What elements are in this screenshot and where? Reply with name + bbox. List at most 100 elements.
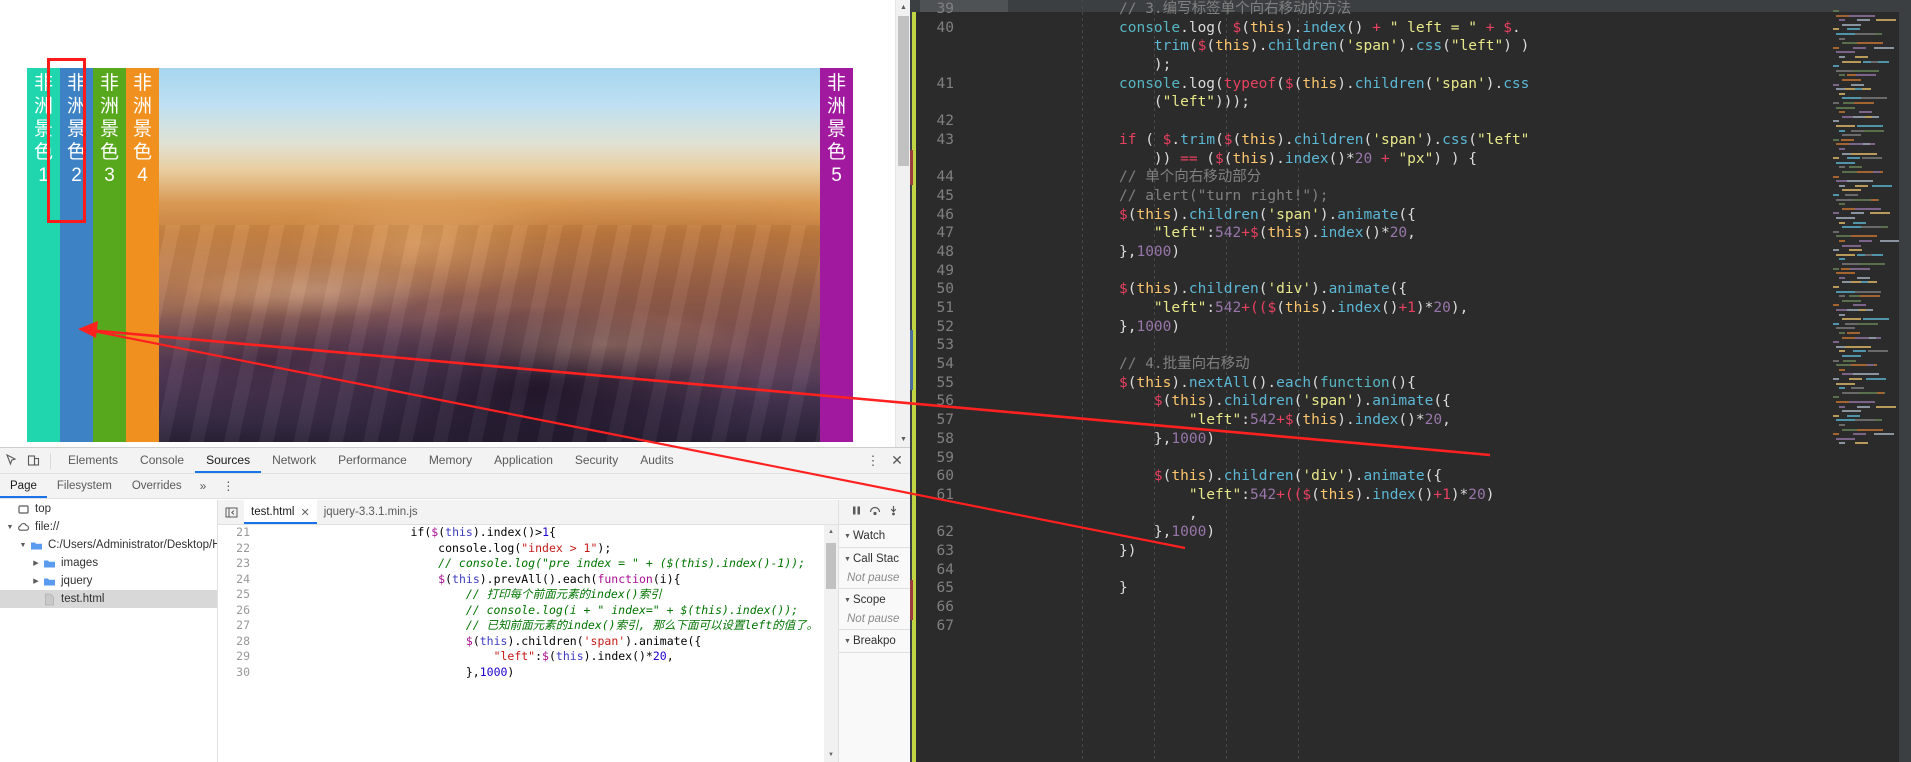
ide-line-code[interactable]: , [964, 505, 1198, 524]
ide-line-code[interactable]: if ( $.trim($(this).children('span').css… [964, 131, 1529, 150]
devtools-tab-security[interactable]: Security [564, 448, 629, 473]
navigator-tab-page[interactable]: Page [0, 474, 47, 498]
ide-line-code[interactable]: $(this).children('span').animate({ [964, 392, 1451, 411]
carousel-caption-5[interactable]: 非洲景色5 [820, 68, 853, 442]
editor-tab-test-html[interactable]: test.html ✕ [244, 500, 317, 524]
tree-item-1[interactable]: ▼ file:// [0, 518, 217, 536]
ide-line-number[interactable]: 53 [916, 336, 964, 355]
debugger-section-watch[interactable]: ▼ Watch [839, 525, 910, 548]
line-code[interactable]: // console.log("pre index = " + ($(this)… [258, 556, 805, 572]
devtools-tab-elements[interactable]: Elements [57, 448, 129, 473]
section-twisty-icon[interactable]: ▼ [842, 533, 853, 540]
carousel-caption-3[interactable]: 非洲景色3 [93, 68, 126, 442]
devtools-tab-console[interactable]: Console [129, 448, 195, 473]
ide-line-number[interactable]: 56 [916, 392, 964, 411]
tree-twisty-icon[interactable]: ▼ [17, 542, 29, 549]
carousel-caption-4[interactable]: 非洲景色4 [126, 68, 159, 442]
ide-line-code[interactable]: ); [964, 56, 1171, 75]
ide-line-code[interactable]: $(this).nextAll().each(function(){ [964, 374, 1416, 393]
carousel-caption-1[interactable]: 非洲景色1 [27, 68, 60, 442]
ide-line-code[interactable]: ("left"))); [964, 93, 1250, 112]
line-number[interactable]: 30 [218, 664, 258, 680]
ide-line-code[interactable]: // 3.编写标签单个向右移动的方法 [964, 0, 1351, 19]
ide-line-code[interactable] [964, 112, 1119, 131]
editor-scroll-down-icon[interactable]: ▼ [824, 748, 838, 762]
tree-item-2[interactable]: ▼ C:/Users/Administrator/Desktop/HT [0, 536, 217, 554]
devtools-tab-application[interactable]: Application [483, 448, 564, 473]
ide-line-code[interactable]: // 4.批量向右移动 [964, 355, 1250, 374]
ide-line-number[interactable]: 49 [916, 262, 964, 281]
line-code[interactable]: if($(this).index()>1{ [258, 525, 556, 541]
navigator-tab-overrides[interactable]: Overrides [122, 474, 192, 498]
section-twisty-icon[interactable]: ▼ [842, 638, 853, 645]
ide-line-number[interactable]: 65 [916, 579, 964, 598]
ide-line-code[interactable]: "left":542+$(this).index()*20, [964, 224, 1416, 243]
device-toolbar-icon[interactable] [22, 449, 44, 473]
ide-line-number[interactable]: 40 [916, 19, 964, 38]
line-code[interactable]: // 已知前面元素的index()索引, 那么下面可以设置left的值了。 [258, 618, 818, 634]
tree-twisty-icon[interactable]: ▶ [30, 559, 42, 567]
editor-scrollbar-thumb[interactable] [826, 543, 836, 589]
editor-tab-jquery-3-3-1-min-js[interactable]: jquery-3.3.1.min.js [317, 500, 425, 524]
devtools-tab-audits[interactable]: Audits [629, 448, 684, 473]
devtools-tab-sources[interactable]: Sources [195, 448, 261, 473]
line-number[interactable]: 22 [218, 540, 258, 556]
ide-line-number[interactable]: 60 [916, 467, 964, 486]
devtools-close-icon[interactable]: ✕ [884, 452, 910, 469]
ide-line-code[interactable]: trim($(this).children('span').css("left"… [964, 37, 1529, 56]
devtools-more-options-icon[interactable]: ⋮ [862, 453, 884, 469]
line-number[interactable]: 25 [218, 587, 258, 603]
step-into-icon[interactable] [888, 503, 899, 521]
line-code[interactable]: // 打印每个前面元素的index()索引 [258, 587, 662, 603]
carousel-caption-2[interactable]: 非洲景色2 [60, 68, 93, 442]
dark-code-editor[interactable]: 39// 3.编写标签单个向右移动的方法 40 console.log( $(thi… [916, 0, 1883, 762]
ide-line-code[interactable]: $(this).children('span').animate({ [964, 206, 1416, 225]
ide-line-code[interactable]: "left":542+(($(this).index()+1)*20) [964, 486, 1495, 505]
line-number[interactable]: 29 [218, 649, 258, 665]
tree-item-5[interactable]: ▶test.html [0, 590, 217, 608]
ide-line-number[interactable]: 45 [916, 187, 964, 206]
ide-line-code[interactable]: }) [964, 542, 1136, 561]
ide-line-number[interactable] [916, 56, 964, 75]
ide-line-code[interactable] [964, 561, 1119, 580]
collapse-sidebar-icon[interactable] [218, 506, 244, 519]
line-number[interactable]: 23 [218, 556, 258, 572]
editor-tab-close-icon[interactable]: ✕ [300, 506, 309, 519]
ide-line-code[interactable]: },1000) [964, 523, 1215, 542]
line-code[interactable]: // console.log(i + " index=" + $(this).i… [258, 603, 798, 619]
file-tree[interactable]: ▶top▼file://▼C:/Users/Administrator/Desk… [0, 500, 217, 608]
ide-line-code[interactable]: console.log(typeof($(this).children('spa… [964, 75, 1529, 94]
ide-line-number[interactable]: 52 [916, 318, 964, 337]
line-number[interactable]: 21 [218, 525, 258, 541]
ide-line-number[interactable]: 47 [916, 224, 964, 243]
debugger-section-scope[interactable]: ▼ Scope Not pause [839, 589, 910, 630]
ide-line-code[interactable] [964, 336, 1119, 355]
scroll-down-arrow-icon[interactable]: ▼ [896, 432, 910, 447]
line-number[interactable]: 26 [218, 602, 258, 618]
editor-scroll-up-icon[interactable]: ▲ [824, 525, 838, 539]
ide-line-code[interactable]: "left":542+(($(this).index()+1)*20), [964, 299, 1468, 318]
ide-line-number[interactable] [916, 505, 964, 524]
ide-line-code[interactable]: $(this).children('div').animate({ [964, 467, 1442, 486]
ide-line-number[interactable]: 41 [916, 75, 964, 94]
ide-line-code[interactable] [964, 449, 1119, 468]
line-code[interactable]: "left":$(this).index()*20, [258, 649, 674, 665]
scroll-up-arrow-icon[interactable]: ▲ [896, 0, 910, 15]
ide-line-code[interactable]: // alert("turn right!"); [964, 187, 1329, 206]
line-code[interactable]: $(this).prevAll().each(function(i){ [258, 572, 680, 588]
ide-line-code[interactable]: },1000) [964, 318, 1180, 337]
ide-line-code[interactable]: )) == ($(this).index()*20 + "px") ) { [964, 150, 1477, 169]
section-twisty-icon[interactable]: ▼ [842, 597, 853, 604]
editor-vertical-scrollbar[interactable]: ▲ ▼ [824, 525, 838, 762]
line-code[interactable]: console.log("index > 1"); [258, 541, 611, 557]
ide-line-number[interactable]: 44 [916, 168, 964, 187]
devtools-tab-network[interactable]: Network [261, 448, 327, 473]
ide-line-code[interactable] [964, 598, 1119, 617]
ide-line-number[interactable]: 59 [916, 449, 964, 468]
ide-line-number[interactable]: 61 [916, 486, 964, 505]
inspect-element-icon[interactable] [0, 449, 22, 473]
debugger-section-call-stac[interactable]: ▼ Call Stac Not pause [839, 548, 910, 589]
ide-line-number[interactable]: 58 [916, 430, 964, 449]
ide-line-number[interactable]: 50 [916, 280, 964, 299]
ide-line-number[interactable]: 51 [916, 299, 964, 318]
